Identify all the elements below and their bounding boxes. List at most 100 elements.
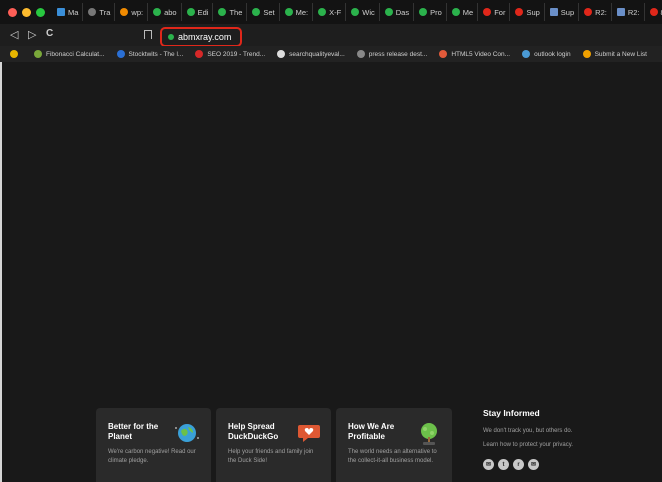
- card-text: The world needs an alternative to the co…: [348, 449, 437, 464]
- tab-label: Sup: [560, 7, 575, 17]
- browser-tab[interactable]: The: [214, 3, 248, 21]
- site-favicon-icon: [168, 34, 174, 40]
- address-url: abmxray.com: [178, 32, 232, 42]
- tab-favicon-icon: [57, 8, 65, 16]
- tab-favicon-icon: [384, 8, 393, 16]
- browser-tab[interactable]: Wic: [347, 3, 380, 21]
- tab-favicon-icon: [153, 8, 162, 16]
- tab-favicon-icon: [88, 8, 97, 16]
- tab-label: Tra: [99, 7, 111, 17]
- tab-favicon-icon: [549, 8, 558, 16]
- browser-tab[interactable]: Me:: [281, 3, 314, 21]
- newsletter-icon[interactable]: ✉: [528, 459, 539, 470]
- forward-button[interactable]: ▷: [28, 28, 36, 41]
- bookmarks-bar: Fibonacci Calculat... Stocktwits - The l.…: [0, 46, 662, 62]
- maximize-window-button[interactable]: [36, 7, 45, 17]
- browser-tab[interactable]: R2:: [580, 3, 612, 21]
- bookmark-item[interactable]: [10, 50, 22, 58]
- tab-favicon-icon: [186, 8, 195, 16]
- speech-heart-icon: [298, 425, 320, 442]
- minimize-window-button[interactable]: [22, 7, 31, 17]
- browser-tab[interactable]: For: [479, 3, 511, 21]
- tab-label: Me:: [295, 7, 309, 17]
- browser-tab[interactable]: Ma: [53, 3, 84, 21]
- bookmark-item[interactable]: searchqualityeval...: [277, 50, 345, 58]
- bookmark-item[interactable]: Stocktwits - The l...: [116, 50, 184, 58]
- tab-favicon-icon: [515, 8, 524, 16]
- tab-label: Edi: [197, 7, 209, 17]
- browser-tab[interactable]: X-F: [314, 3, 347, 21]
- address-bar[interactable]: abmxray.com: [160, 27, 242, 47]
- browser-tab[interactable]: wp:: [116, 3, 149, 21]
- tab-label: For: [494, 7, 506, 17]
- privacy-link[interactable]: Learn how to protect your privacy.: [483, 442, 573, 448]
- twitter-icon[interactable]: t: [498, 459, 509, 470]
- browser-tab[interactable]: abo: [149, 3, 182, 21]
- tab-favicon-icon: [284, 8, 293, 16]
- money-tree-icon: [421, 423, 437, 445]
- bookmark-label: Stocktwits - The l...: [128, 50, 184, 58]
- bookmark-item[interactable]: SEO 2019 - Trend...: [195, 50, 265, 58]
- browser-tab[interactable]: Das: [381, 3, 415, 21]
- bookmark-label: SEO 2019 - Trend...: [207, 50, 266, 58]
- tab-label: X-F: [329, 7, 342, 17]
- bookmark-favicon-icon: [116, 50, 125, 58]
- card-how-profitable[interactable]: How We Are Profitable The world needs an…: [336, 408, 452, 482]
- bookmark-item[interactable]: outlook login: [522, 50, 571, 58]
- tab-label: Me: [462, 7, 474, 17]
- tab-label: R2:: [627, 7, 640, 17]
- bookmark-icon[interactable]: [144, 30, 152, 39]
- tab-strip: Ma Tra wp: abo Edi The Set Me: X-F Wic Das Pro Me For…: [0, 0, 662, 24]
- browser-tab[interactable]: Sup: [511, 3, 545, 21]
- browser-tab[interactable]: 8/6: [646, 3, 662, 21]
- bookmark-item[interactable]: HTML5 Video Con...: [439, 50, 510, 58]
- browser-tab[interactable]: Pro: [415, 3, 447, 21]
- window-controls: [8, 7, 45, 17]
- tab-label: Set: [263, 7, 275, 17]
- card-help-spread[interactable]: Help Spread DuckDuckGo Help your friends…: [216, 408, 331, 482]
- bookmark-item[interactable]: Submit a New List: [582, 50, 647, 58]
- browser-tab[interactable]: Set: [248, 3, 280, 21]
- browser-tab[interactable]: Tra: [84, 3, 116, 21]
- bookmark-favicon-icon: [582, 50, 591, 58]
- card-title: Help Spread DuckDuckGo: [228, 422, 279, 441]
- tab-label: abo: [164, 7, 177, 17]
- bookmark-label: HTML5 Video Con...: [451, 50, 511, 58]
- tab-favicon-icon: [419, 8, 428, 16]
- bookmark-item[interactable]: Fibonacci Calculat...: [34, 50, 105, 58]
- back-button[interactable]: ◁: [10, 28, 18, 41]
- tab-favicon-icon: [218, 8, 227, 16]
- reload-button[interactable]: C: [46, 28, 53, 39]
- tab-label: Pro: [430, 7, 442, 17]
- card-better-for-planet[interactable]: Better for the Planet We're carbon negat…: [96, 408, 211, 482]
- tab-favicon-icon: [120, 8, 129, 16]
- tab-favicon-icon: [649, 8, 658, 16]
- browser-tab[interactable]: R2:: [613, 3, 645, 21]
- bookmark-favicon-icon: [439, 50, 448, 58]
- tab-label: The: [229, 7, 243, 17]
- tab-favicon-icon: [318, 8, 327, 16]
- tab-label: Wic: [362, 7, 375, 17]
- bookmark-favicon-icon: [522, 50, 531, 58]
- bookmark-favicon-icon: [34, 50, 42, 58]
- tab-favicon-icon: [584, 8, 593, 16]
- bookmark-item[interactable]: press release dest...: [356, 50, 428, 58]
- bookmark-favicon-icon: [277, 50, 286, 58]
- reddit-icon[interactable]: r: [513, 459, 524, 470]
- tab-label: wp:: [131, 7, 144, 17]
- tab-favicon-icon: [483, 8, 492, 16]
- social-links: ✉ t r ✉: [483, 459, 539, 470]
- globe-icon: [175, 424, 199, 442]
- browser-tab[interactable]: Sup: [546, 3, 580, 21]
- bookmark-label: press release dest...: [368, 50, 428, 58]
- tab-favicon-icon: [451, 8, 460, 16]
- tab-label: R2:: [595, 7, 607, 17]
- stay-informed-heading: Stay Informed: [483, 408, 540, 418]
- bookmark-favicon-icon: [356, 50, 365, 58]
- browser-tab[interactable]: Me: [448, 3, 479, 21]
- email-icon[interactable]: ✉: [483, 459, 494, 470]
- close-window-button[interactable]: [8, 7, 17, 17]
- card-title: How We Are Profitable: [348, 422, 395, 441]
- navigation-bar: ◁ ▷ C abmxray.com: [0, 24, 662, 47]
- browser-tab[interactable]: Edi: [183, 3, 214, 21]
